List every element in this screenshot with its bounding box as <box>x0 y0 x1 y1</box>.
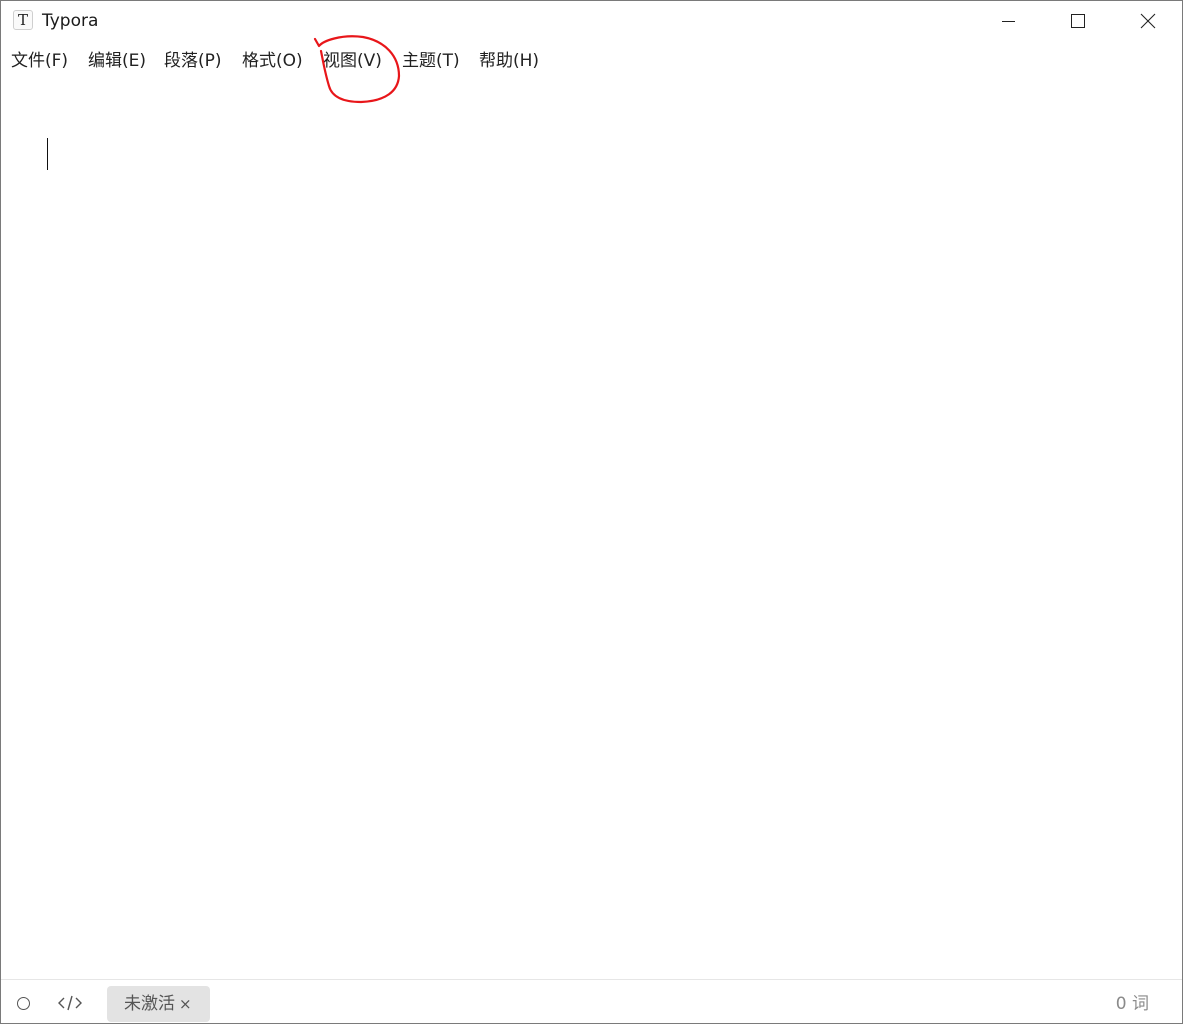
maximize-icon <box>1071 14 1085 28</box>
menu-help[interactable]: 帮助(H) <box>479 49 539 73</box>
close-icon <box>1140 13 1156 29</box>
menu-view[interactable]: 视图(V) <box>323 49 382 73</box>
editor-area[interactable] <box>1 81 1182 979</box>
menu-bar: 文件(F) 编辑(E) 段落(P) 格式(O) 视图(V) 主题(T) 帮助(H… <box>1 45 1182 77</box>
outline-toggle-circle-icon[interactable] <box>17 997 30 1010</box>
menu-file[interactable]: 文件(F) <box>11 49 68 73</box>
menu-theme[interactable]: 主题(T) <box>402 49 460 73</box>
menu-paragraph[interactable]: 段落(P) <box>164 49 222 73</box>
window-title: Typora <box>42 11 99 31</box>
minimize-button[interactable] <box>973 1 1043 41</box>
typora-window: T Typora 文件(F) 编辑(E) 段落(P) 格式(O) 视图(V) 主… <box>0 0 1183 1024</box>
maximize-button[interactable] <box>1043 1 1113 41</box>
title-bar[interactable]: T Typora <box>1 1 1182 41</box>
status-bar: 未激活 × 0 词 <box>1 979 1182 1023</box>
word-count[interactable]: 0 词 <box>1116 993 1149 1015</box>
menu-format[interactable]: 格式(O) <box>242 49 303 73</box>
badge-close-icon[interactable]: × <box>179 995 192 1013</box>
minimize-icon <box>1002 21 1015 22</box>
text-caret <box>47 138 48 170</box>
menu-edit[interactable]: 编辑(E) <box>88 49 146 73</box>
badge-label: 未激活 <box>124 994 175 1014</box>
typora-app-icon: T <box>13 10 33 30</box>
unactivated-badge[interactable]: 未激活 × <box>107 986 210 1022</box>
source-code-mode-icon[interactable] <box>58 993 82 1013</box>
close-button[interactable] <box>1113 1 1182 41</box>
